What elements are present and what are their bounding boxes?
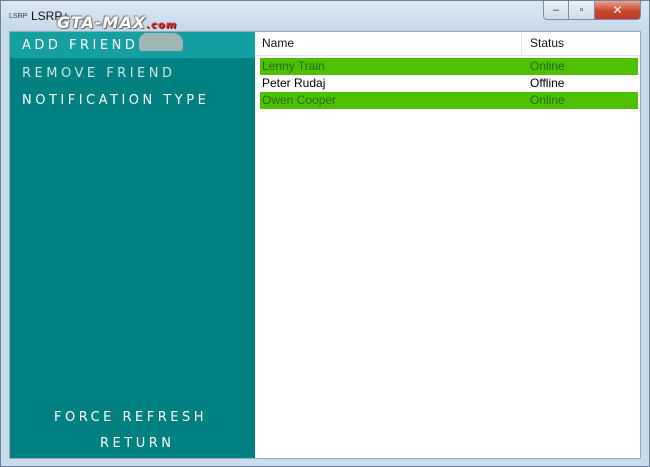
minimize-button[interactable]: – — [543, 1, 569, 20]
list-header: Name Status — [256, 32, 640, 56]
window-title: LSRP+ — [31, 9, 70, 23]
friends-rows: Lenny Train Online Peter Rudaj Offline Owen … — [260, 58, 638, 109]
column-header-status[interactable]: Status — [523, 32, 640, 55]
close-button[interactable]: ✕ — [595, 1, 641, 20]
sidebar: ADD FRIEND REMOVE FRIEND NOTIFICATION TY… — [10, 32, 255, 458]
app-window: LSRP LSRP+ – ▫ ✕ ADD FRIEND REMOVE FRIEN… — [0, 0, 650, 467]
add-friend-label: ADD FRIEND — [22, 38, 139, 53]
table-row[interactable]: Owen Cooper Online — [260, 92, 638, 109]
friend-name: Owen Cooper — [262, 93, 337, 107]
window-controls: – ▫ ✕ — [543, 1, 641, 21]
friends-list[interactable]: Name Status Lenny Train Online Peter Rudaj… — [256, 32, 640, 458]
app-icon: LSRP — [9, 13, 28, 20]
column-header-name[interactable]: Name — [256, 32, 522, 55]
title-bar[interactable]: LSRP LSRP+ – ▫ ✕ — [1, 1, 649, 31]
friend-status: Online — [530, 93, 565, 107]
return-button[interactable]: RETURN — [100, 436, 174, 451]
add-friend-button[interactable]: ADD FRIEND — [10, 32, 255, 58]
maximize-icon: ▫ — [579, 4, 584, 16]
friend-name: Peter Rudaj — [262, 76, 326, 90]
remove-friend-button[interactable]: REMOVE FRIEND — [22, 66, 176, 81]
close-icon: ✕ — [612, 3, 623, 17]
minimize-icon: – — [552, 4, 560, 16]
friend-status: Offline — [530, 76, 565, 90]
client-area: ADD FRIEND REMOVE FRIEND NOTIFICATION TY… — [9, 31, 641, 459]
friend-status: Online — [530, 59, 565, 73]
maximize-button[interactable]: ▫ — [569, 1, 595, 20]
friend-name: Lenny Train — [262, 59, 325, 73]
force-refresh-button[interactable]: FORCE REFRESH — [54, 410, 207, 425]
table-row[interactable]: Peter Rudaj Offline — [260, 75, 638, 92]
notification-type-button[interactable]: NOTIFICATION TYPE — [22, 93, 209, 108]
table-row[interactable]: Lenny Train Online — [260, 58, 638, 75]
